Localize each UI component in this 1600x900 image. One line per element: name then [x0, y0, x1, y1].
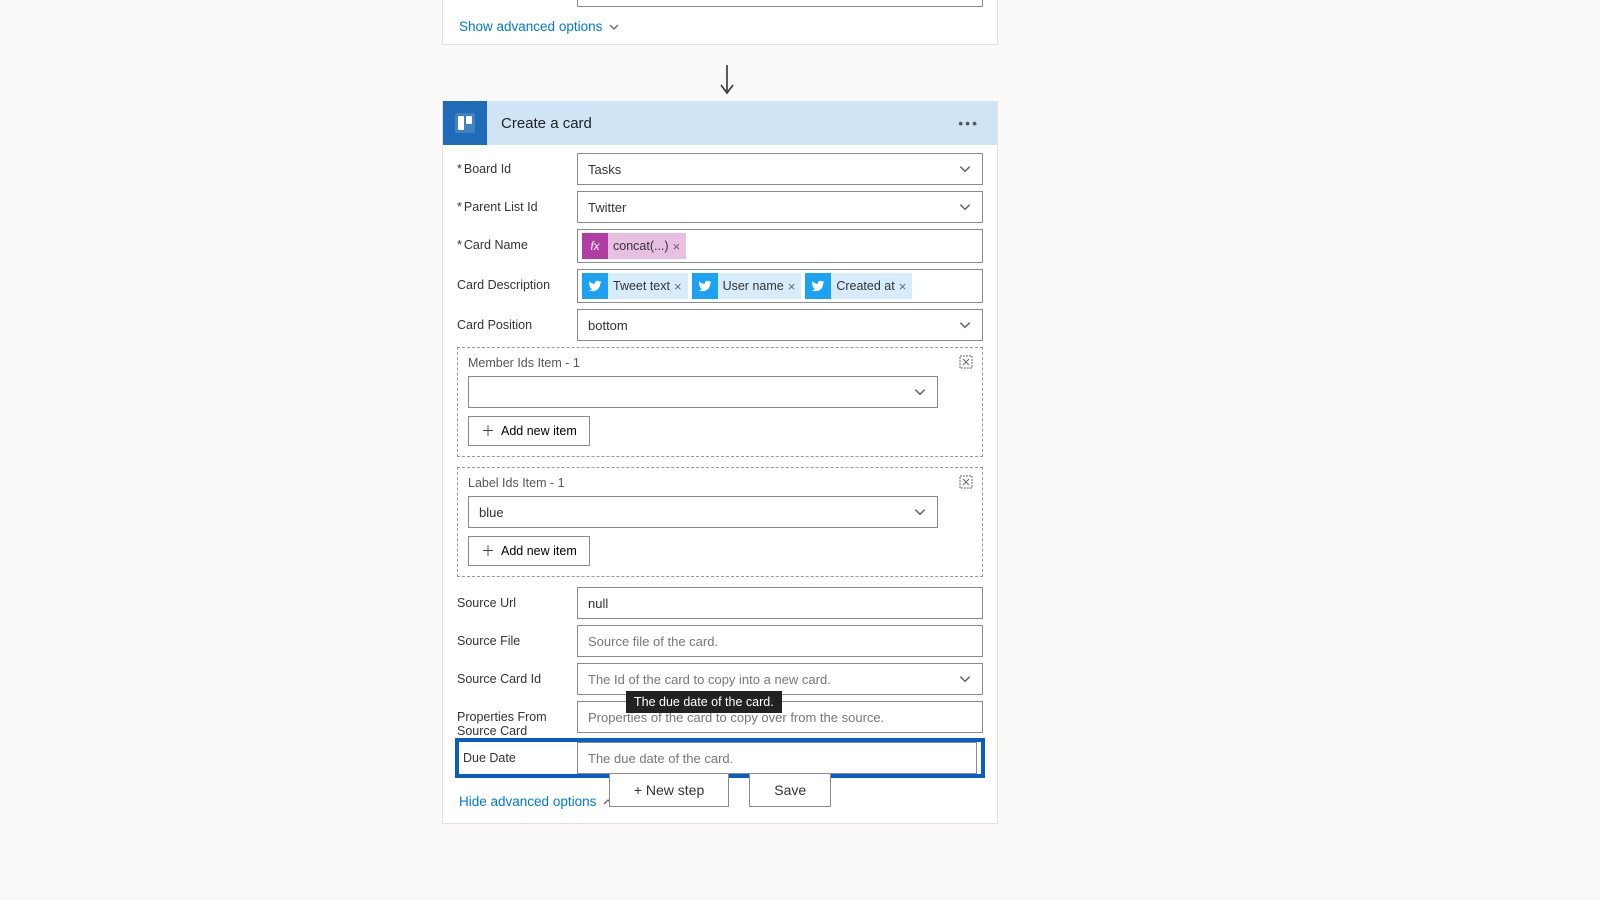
add-member-button[interactable]: ＋ Add new item [468, 416, 590, 446]
twitter-icon [582, 273, 608, 299]
due-date-tooltip: The due date of the card. [626, 691, 782, 713]
source-url-text[interactable] [588, 596, 972, 611]
label-ids-label: Label Ids Item - 1 [468, 476, 972, 490]
due-date-input[interactable] [577, 742, 977, 774]
board-id-label: Board Id [457, 153, 577, 176]
card-pos-label: Card Position [457, 309, 577, 332]
show-advanced-label: Show advanced options [459, 19, 602, 34]
source-url-input[interactable] [577, 587, 983, 619]
chevron-down-icon [958, 200, 972, 214]
chevron-down-icon [958, 162, 972, 176]
card-name-label: Card Name [457, 229, 577, 252]
token-label: Tweet text [613, 279, 670, 293]
more-menu-icon[interactable]: ••• [954, 115, 983, 131]
fx-icon: fx [582, 233, 608, 259]
due-date-text[interactable] [588, 751, 966, 766]
source-url-label: Source Url [457, 587, 577, 610]
add-label-label: Add new item [501, 544, 577, 558]
token-remove-icon[interactable]: × [673, 239, 681, 254]
chevron-down-icon [958, 672, 972, 686]
flow-footer: + New step Save [442, 773, 998, 807]
token-remove-icon[interactable]: × [674, 279, 682, 294]
save-button[interactable]: Save [749, 773, 831, 807]
plus-icon: ＋ [481, 541, 495, 561]
member-ids-select[interactable] [468, 376, 938, 408]
label-ids-value: blue [479, 505, 504, 520]
token-remove-icon[interactable]: × [788, 279, 796, 294]
twitter-icon [692, 273, 718, 299]
board-id-select[interactable]: Tasks [577, 153, 983, 185]
card-pos-select[interactable]: bottom [577, 309, 983, 341]
flow-arrow-icon [715, 63, 739, 104]
prev-input-stub [577, 0, 983, 7]
twitter-icon [805, 273, 831, 299]
chevron-down-icon [958, 318, 972, 332]
action-header[interactable]: Create a card ••• [443, 101, 997, 145]
create-card-action: Create a card ••• Board Id Tasks Parent … [442, 101, 998, 824]
card-name-input[interactable]: fx concat(...) × [577, 229, 983, 263]
delete-item-icon[interactable] [958, 354, 974, 375]
parent-list-label: Parent List Id [457, 191, 577, 214]
card-desc-label: Card Description [457, 269, 577, 292]
delete-item-icon[interactable] [958, 474, 974, 495]
trello-icon [443, 101, 487, 145]
source-file-input[interactable] [577, 625, 983, 657]
chevron-down-icon [913, 385, 927, 399]
token-remove-icon[interactable]: × [899, 279, 907, 294]
source-card-label: Source Card Id [457, 663, 577, 686]
card-pos-value: bottom [588, 318, 628, 333]
dynamic-token[interactable]: Created at × [805, 273, 912, 299]
props-source-label: Properties From Source Card [457, 701, 577, 738]
token-label: concat(...) [613, 239, 669, 253]
action-title: Create a card [501, 115, 954, 132]
plus-icon: ＋ [481, 421, 495, 441]
token-label: Created at [836, 279, 894, 293]
token-label: User name [723, 279, 784, 293]
source-file-label: Source File [457, 625, 577, 648]
show-advanced-link[interactable]: Show advanced options [459, 19, 620, 34]
member-ids-label: Member Ids Item - 1 [468, 356, 972, 370]
expression-token[interactable]: fx concat(...) × [582, 233, 686, 259]
dynamic-token[interactable]: Tweet text × [582, 273, 688, 299]
new-step-button[interactable]: + New step [609, 773, 729, 807]
parent-list-select[interactable]: Twitter [577, 191, 983, 223]
chevron-down-icon [608, 21, 620, 33]
source-card-placeholder: The Id of the card to copy into a new ca… [588, 672, 831, 687]
add-label-button[interactable]: ＋ Add new item [468, 536, 590, 566]
previous-action-card: Show advanced options [442, 0, 998, 45]
due-date-label: Due Date [457, 742, 577, 765]
member-ids-group: Member Ids Item - 1 ＋ Add new item [457, 347, 983, 457]
card-desc-input[interactable]: Tweet text × User name × Created at × [577, 269, 983, 303]
add-member-label: Add new item [501, 424, 577, 438]
label-ids-select[interactable]: blue [468, 496, 938, 528]
due-date-row-highlight: Due Date [457, 740, 983, 776]
dynamic-token[interactable]: User name × [692, 273, 802, 299]
chevron-down-icon [913, 505, 927, 519]
source-file-text[interactable] [588, 634, 972, 649]
label-ids-group: Label Ids Item - 1 blue ＋ Add new item [457, 467, 983, 577]
board-id-value: Tasks [588, 162, 621, 177]
parent-list-value: Twitter [588, 200, 626, 215]
